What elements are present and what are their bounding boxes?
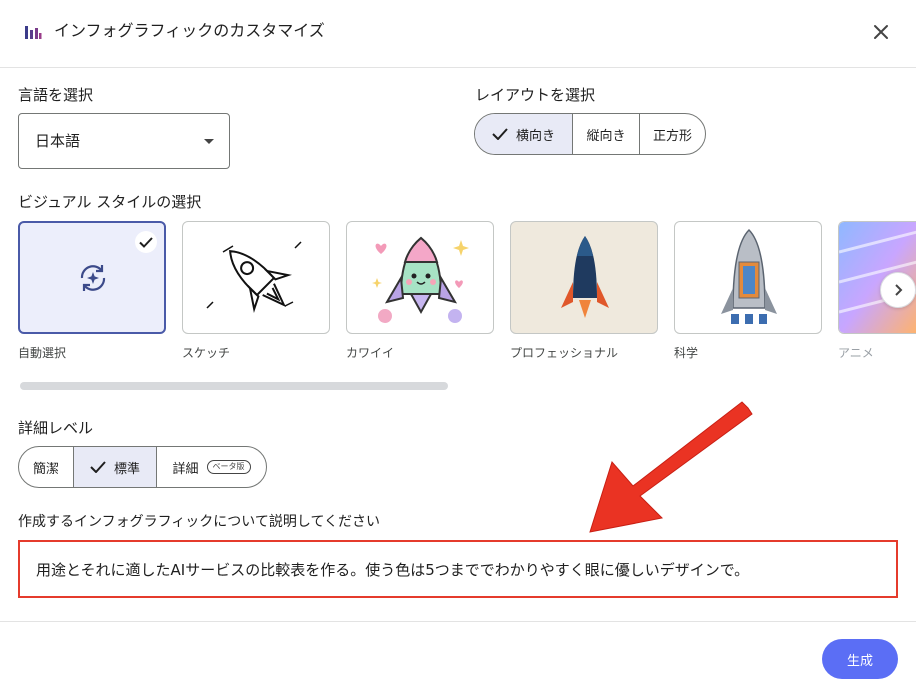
- close-icon: [874, 25, 888, 39]
- style-card-kawaii[interactable]: [346, 221, 494, 334]
- description-label: 作成するインフォグラフィックについて説明してください: [18, 514, 381, 530]
- language-label: 言語を選択: [18, 86, 94, 104]
- selected-check-badge: [135, 231, 157, 253]
- bar-chart-icon: [25, 26, 42, 39]
- layout-option-landscape[interactable]: 横向き: [475, 114, 572, 154]
- science-rocket-illustration: [721, 228, 777, 324]
- dialog-title: インフォグラフィックのカスタマイズ: [54, 21, 325, 40]
- layout-option-label: 正方形: [652, 128, 692, 144]
- style-caption: プロフェッショナル: [510, 346, 619, 360]
- layout-toggle: 横向き 縦向き 正方形: [474, 113, 706, 155]
- auto-select-icon: [80, 265, 106, 291]
- layout-option-label: 横向き: [515, 128, 555, 144]
- detail-option-standard[interactable]: 標準: [73, 447, 156, 487]
- chevron-right-icon: [895, 284, 903, 296]
- style-card-science[interactable]: [674, 221, 822, 334]
- style-caption: スケッチ: [182, 346, 231, 360]
- description-input[interactable]: 用途とそれに適したAIサービスの比較表を作る。使う色は5つまででわかりやすく眼に…: [18, 540, 898, 598]
- professional-rocket-illustration: [561, 236, 609, 318]
- layout-label: レイアウトを選択: [475, 86, 596, 104]
- detail-level-toggle: 簡潔 標準 詳細 ベータ版: [18, 446, 267, 488]
- check-icon: [139, 236, 153, 248]
- style-caption: 科学: [674, 346, 699, 360]
- carousel-next-button[interactable]: [880, 272, 916, 308]
- detail-option-label: 標準: [113, 461, 140, 477]
- detail-option-concise[interactable]: 簡潔: [19, 447, 73, 487]
- layout-option-portrait[interactable]: 縦向き: [572, 114, 639, 154]
- detail-option-label: 簡潔: [32, 461, 59, 477]
- layout-option-label: 縦向き: [586, 128, 626, 144]
- style-caption: アニメ: [838, 346, 874, 360]
- check-icon: [492, 128, 508, 140]
- style-card-auto[interactable]: [18, 221, 166, 334]
- description-text: 用途とそれに適したAIサービスの比較表を作る。使う色は5つまででわかりやすく眼に…: [36, 561, 750, 579]
- style-card-professional[interactable]: [510, 221, 658, 334]
- language-value: 日本語: [35, 132, 81, 150]
- detail-option-label: 詳細: [172, 461, 199, 477]
- style-card-sketch[interactable]: [182, 221, 330, 334]
- detail-option-detailed[interactable]: 詳細 ベータ版: [156, 447, 266, 487]
- footer-divider: [0, 621, 916, 622]
- kawaii-rocket-illustration: [372, 236, 469, 323]
- generate-button[interactable]: 生成: [822, 639, 898, 679]
- style-caption: カワイイ: [346, 346, 395, 360]
- close-button[interactable]: [868, 19, 894, 45]
- dropdown-caret-icon: [204, 139, 214, 144]
- check-icon: [90, 461, 106, 473]
- style-caption: 自動選択: [18, 346, 67, 360]
- visual-style-label: ビジュアル スタイルの選択: [18, 193, 202, 211]
- carousel-scrollbar[interactable]: [20, 382, 448, 390]
- language-select[interactable]: 日本語: [18, 113, 230, 169]
- sketch-rocket-illustration: [206, 241, 302, 314]
- beta-badge: ベータ版: [206, 460, 251, 474]
- dialog-header: インフォグラフィックのカスタマイズ: [0, 0, 916, 68]
- detail-level-label: 詳細レベル: [18, 419, 94, 437]
- layout-option-square[interactable]: 正方形: [639, 114, 705, 154]
